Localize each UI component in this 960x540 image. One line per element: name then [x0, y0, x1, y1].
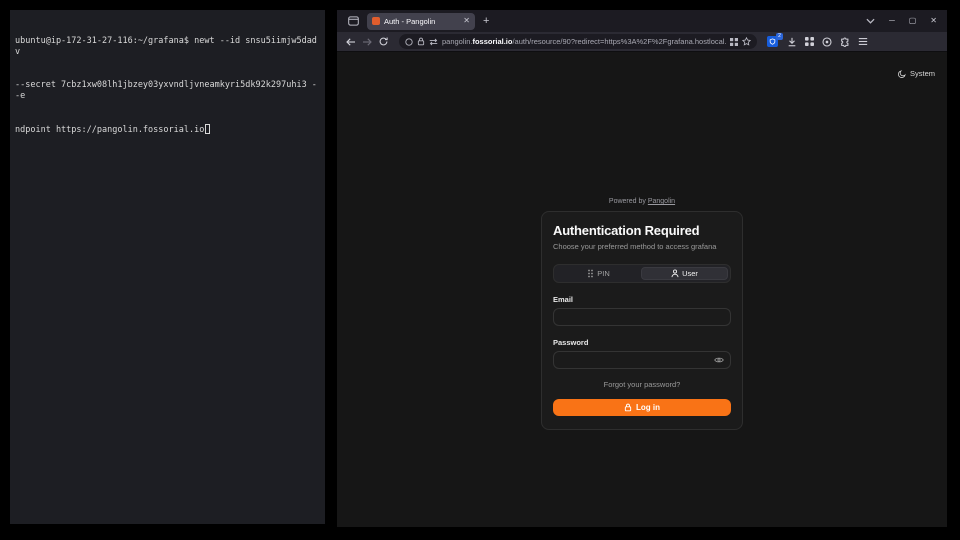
password-label: Password	[553, 338, 731, 347]
show-password-eye-icon[interactable]	[714, 356, 724, 364]
puzzle-extension-icon[interactable]	[840, 37, 850, 47]
email-field-wrap	[553, 308, 731, 326]
new-tab-button[interactable]: +	[483, 16, 489, 27]
terminal-line-text: ndpoint https://pangolin.fossorial.io	[15, 125, 204, 135]
browser-tab[interactable]: Auth - Pangolin ✕	[367, 13, 475, 30]
terminal-window[interactable]: ubuntu@ip-172-31-27-116:~/grafana$ newt …	[10, 10, 325, 524]
email-label: Email	[553, 295, 731, 304]
auth-page: System Powered by Pangolin Authenticatio…	[337, 52, 947, 527]
pangolin-link[interactable]: Pangolin	[648, 198, 675, 205]
maximize-button[interactable]: ▢	[909, 17, 917, 25]
powered-by: Powered by Pangolin	[541, 198, 743, 205]
terminal-cursor	[205, 124, 210, 134]
bookmark-star-icon[interactable]	[742, 37, 751, 46]
tab-pin[interactable]: PIN	[556, 267, 641, 280]
browser-nav-bar: pangolin.fossorial.io/auth/resource/90?r…	[337, 32, 947, 52]
extension-badge: 2	[776, 33, 783, 40]
tab-user-label: User	[682, 269, 698, 278]
menu-hamburger-icon[interactable]	[858, 37, 868, 46]
extensions-grid-icon[interactable]	[805, 37, 814, 46]
firefox-view-icon[interactable]	[345, 14, 361, 28]
browser-window: Auth - Pangolin ✕ + ─ ▢ ✕	[337, 10, 947, 527]
downloads-icon[interactable]	[787, 37, 797, 47]
theme-toggle[interactable]: System	[898, 69, 935, 78]
login-lock-icon	[624, 403, 632, 412]
card-title: Authentication Required	[553, 223, 731, 238]
terminal-line: --secret 7cbz1xw08lh1jbzey03yxvndljvneam…	[15, 80, 320, 102]
forgot-password-link[interactable]: Forgot your password?	[553, 380, 731, 389]
user-icon	[671, 269, 679, 278]
list-tabs-chevron-icon[interactable]	[866, 18, 875, 24]
password-input[interactable]	[560, 356, 714, 365]
desktop: ubuntu@ip-172-31-27-116:~/grafana$ newt …	[0, 0, 960, 540]
pangolin-favicon-icon	[372, 17, 380, 25]
email-input[interactable]	[560, 313, 724, 322]
terminal-line: ubuntu@ip-172-31-27-116:~/grafana$ newt …	[15, 36, 320, 58]
keypad-icon	[587, 269, 594, 278]
card-subtitle: Choose your preferred method to access g…	[553, 242, 731, 251]
lock-icon[interactable]	[417, 37, 425, 46]
login-button-label: Log in	[636, 403, 660, 412]
reload-button[interactable]	[375, 37, 391, 46]
forward-button[interactable]	[359, 38, 375, 46]
login-button[interactable]: Log in	[553, 399, 731, 416]
tab-pin-label: PIN	[597, 269, 610, 278]
url-text: pangolin.fossorial.io/auth/resource/90?r…	[442, 37, 726, 46]
privacy-circle-icon[interactable]	[822, 37, 832, 47]
tab-user[interactable]: User	[641, 267, 728, 280]
auth-method-tabs: PIN User	[553, 264, 731, 283]
theme-toggle-label: System	[910, 69, 935, 78]
tab-close-icon[interactable]: ✕	[463, 17, 470, 25]
password-field-wrap	[553, 351, 731, 369]
terminal-line: ndpoint https://pangolin.fossorial.io	[15, 124, 320, 136]
password-manager-extension-icon[interactable]: 2	[767, 36, 779, 48]
auth-card: Authentication Required Choose your pref…	[541, 211, 743, 430]
permissions-icon[interactable]	[405, 38, 413, 46]
close-window-button[interactable]: ✕	[930, 17, 937, 25]
tab-title: Auth - Pangolin	[384, 17, 459, 26]
url-bar[interactable]: pangolin.fossorial.io/auth/resource/90?r…	[399, 34, 757, 49]
container-swap-icon[interactable]	[429, 38, 438, 46]
back-button[interactable]	[343, 38, 359, 46]
page-actions-grid-icon[interactable]	[730, 38, 738, 46]
moon-icon	[898, 70, 906, 78]
minimize-button[interactable]: ─	[889, 17, 895, 25]
browser-tab-bar: Auth - Pangolin ✕ + ─ ▢ ✕	[337, 10, 947, 32]
